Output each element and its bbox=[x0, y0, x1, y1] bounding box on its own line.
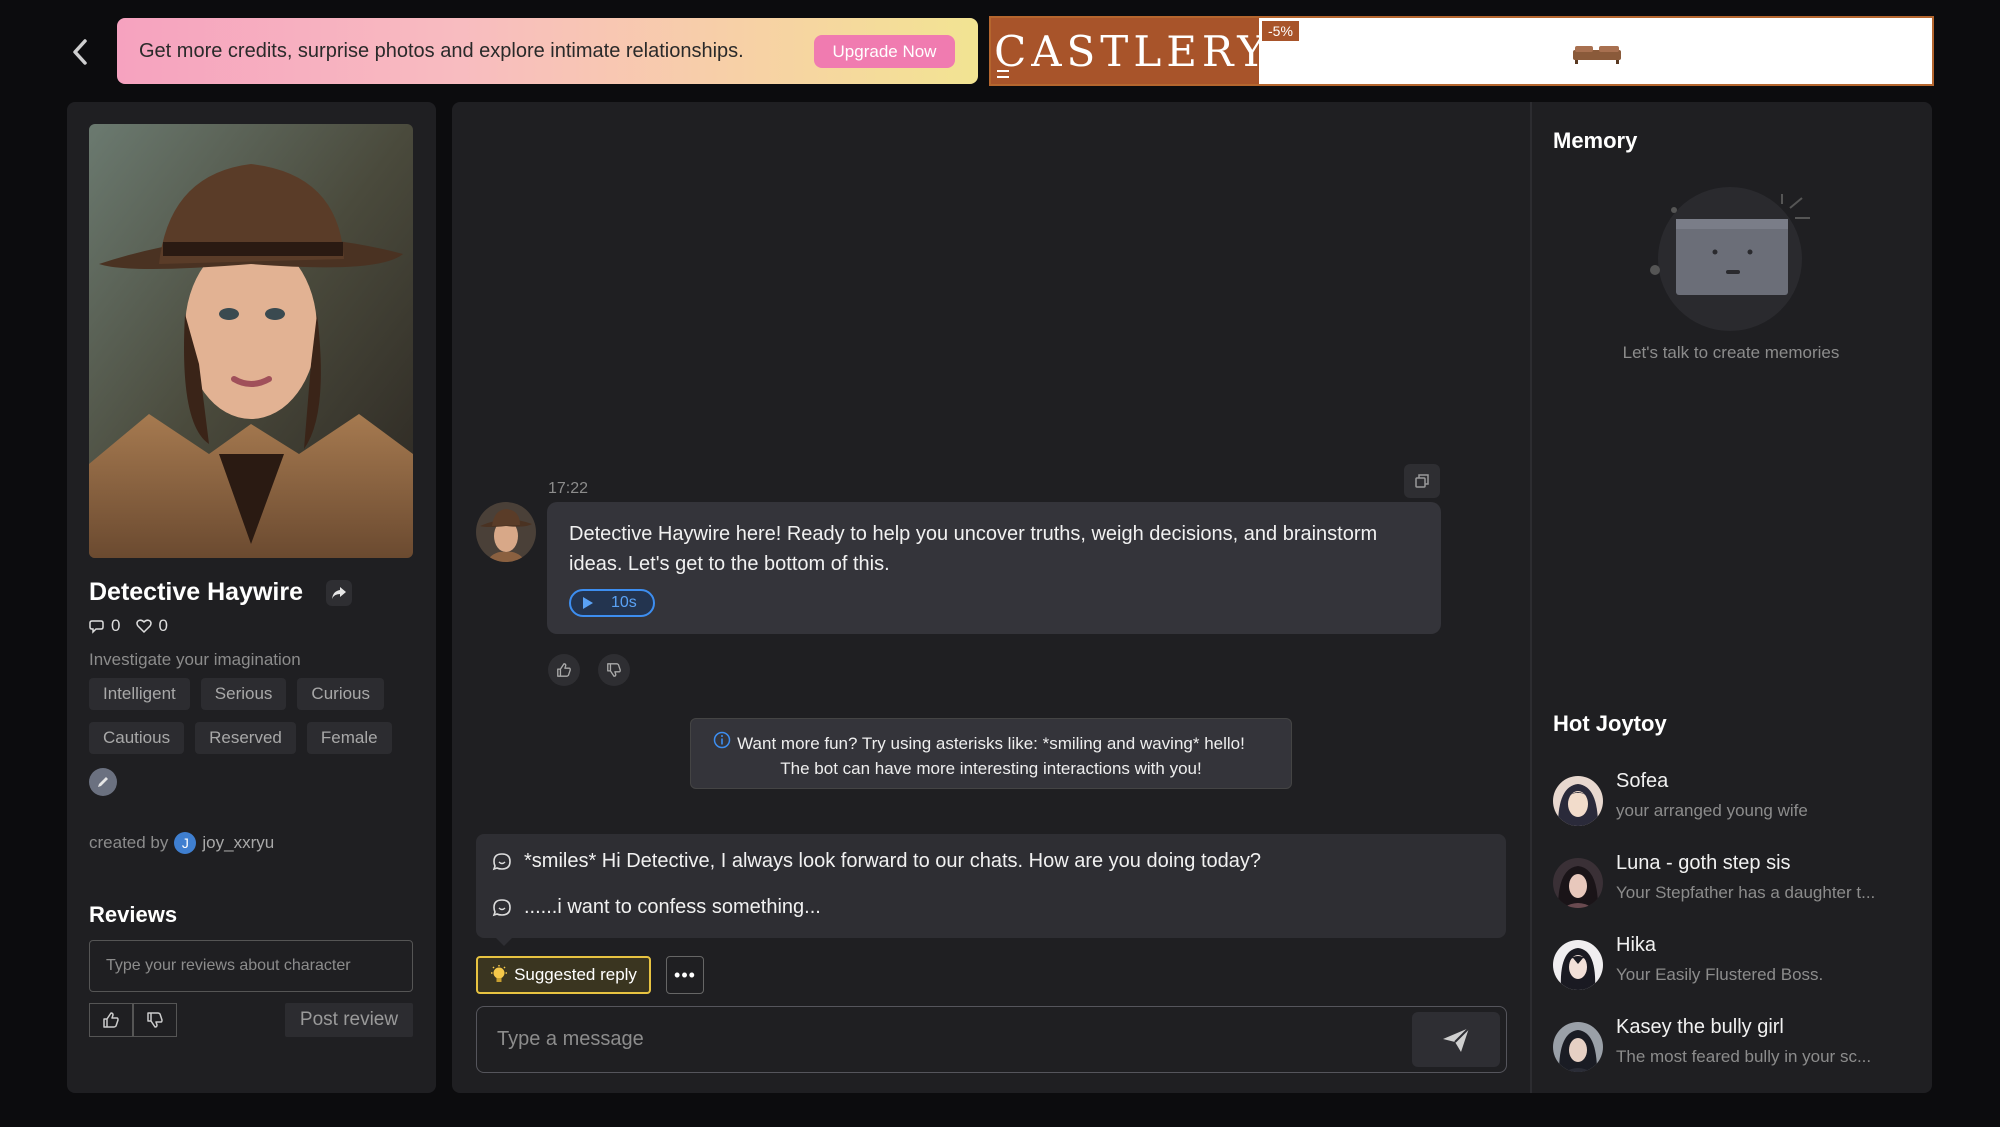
promo-text: Get more credits, surprise photos and ex… bbox=[139, 39, 744, 62]
character-stats: 0 0 bbox=[89, 616, 168, 636]
hot-character-item[interactable]: Luna - goth step sis Your Stepfather has… bbox=[1553, 852, 1913, 912]
chat-bubble-icon bbox=[492, 852, 511, 870]
ad-menu-icon bbox=[997, 70, 1009, 78]
suggested-reply-item[interactable]: ......i want to confess something... bbox=[492, 896, 821, 919]
message-like-button[interactable] bbox=[548, 654, 580, 686]
tag: Female bbox=[306, 722, 392, 754]
ad-brand-logo: CASTLERY bbox=[991, 18, 1265, 84]
upgrade-now-button[interactable]: Upgrade Now bbox=[814, 35, 955, 68]
lightbulb-icon bbox=[491, 965, 508, 982]
send-icon bbox=[1443, 1026, 1470, 1052]
character-panel: Detective Haywire 0 0 Investigate your i… bbox=[67, 102, 436, 1093]
hot-character-item[interactable]: Kasey the bully girl The most feared bul… bbox=[1553, 1016, 1913, 1076]
chat-bubble-icon bbox=[492, 898, 511, 916]
heart-icon bbox=[136, 619, 153, 634]
suggested-reply-item[interactable]: *smiles* Hi Detective, I always look for… bbox=[492, 850, 1261, 873]
play-icon bbox=[583, 597, 593, 609]
suggested-reply-button[interactable]: Suggested reply bbox=[476, 956, 651, 994]
thumbs-down-icon bbox=[147, 1012, 163, 1028]
back-button[interactable] bbox=[62, 32, 98, 72]
promo-banner: Get more credits, surprise photos and ex… bbox=[117, 18, 978, 84]
hot-character-avatar bbox=[1553, 940, 1603, 990]
audio-duration: 10s bbox=[611, 594, 637, 611]
panel-divider bbox=[1530, 102, 1532, 1093]
hot-character-avatar bbox=[1553, 776, 1603, 826]
character-tags: Intelligent Serious Curious Cautious Res… bbox=[89, 678, 419, 754]
asterisk-tip: Want more fun? Try using asterisks like:… bbox=[690, 718, 1292, 789]
tag: Reserved bbox=[195, 722, 296, 754]
hot-character-avatar bbox=[1553, 858, 1603, 908]
ad-banner[interactable]: CASTLERY -5% bbox=[989, 16, 1934, 86]
more-options-button[interactable]: ••• bbox=[666, 956, 704, 994]
tag: Curious bbox=[297, 678, 385, 710]
message-timestamp: 17:22 bbox=[548, 480, 589, 497]
hot-character-item[interactable]: Hika Your Easily Flustered Boss. bbox=[1553, 934, 1913, 994]
character-portrait bbox=[89, 124, 413, 558]
share-button[interactable] bbox=[326, 580, 352, 606]
sofa-icon bbox=[1573, 46, 1621, 64]
creator-name[interactable]: joy_xxryu bbox=[202, 833, 274, 853]
bot-message-text: Detective Haywire here! Ready to help yo… bbox=[569, 523, 1378, 575]
tag: Cautious bbox=[89, 722, 185, 754]
send-button[interactable] bbox=[1412, 1012, 1500, 1067]
bot-avatar[interactable] bbox=[476, 502, 536, 562]
created-by: created by J joy_xxryu bbox=[89, 832, 275, 854]
message-dislike-button[interactable] bbox=[598, 654, 630, 686]
tag: Serious bbox=[200, 678, 287, 710]
memory-empty-text: Let's talk to create memories bbox=[1622, 343, 1840, 362]
hot-joytoy-title: Hot Joytoy bbox=[1553, 711, 1667, 736]
info-icon bbox=[713, 731, 731, 749]
hot-character-item[interactable]: Sofea your arranged young wife bbox=[1553, 770, 1913, 830]
memory-title: Memory bbox=[1553, 128, 1638, 153]
character-name: Detective Haywire bbox=[89, 578, 304, 606]
hot-character-avatar bbox=[1553, 1022, 1603, 1072]
tip-line-1: Want more fun? Try using asterisks like:… bbox=[737, 734, 1245, 753]
review-input[interactable] bbox=[89, 940, 413, 992]
share-icon bbox=[332, 587, 346, 599]
suggested-replies: *smiles* Hi Detective, I always look for… bbox=[476, 834, 1506, 946]
chat-count: 0 bbox=[89, 616, 120, 636]
message-input[interactable] bbox=[497, 1007, 1377, 1072]
review-thumbs-down-button[interactable] bbox=[133, 1003, 177, 1037]
creator-avatar[interactable]: J bbox=[174, 832, 197, 854]
edit-tags-button[interactable] bbox=[89, 768, 117, 796]
copy-icon bbox=[1415, 474, 1429, 488]
pencil-icon bbox=[98, 777, 108, 787]
chat-bubble-icon bbox=[89, 620, 104, 634]
reviews-title: Reviews bbox=[89, 902, 178, 927]
chevron-left-icon bbox=[73, 39, 87, 65]
review-vote-group bbox=[89, 1003, 177, 1037]
ad-discount-badge: -5% bbox=[1262, 21, 1299, 41]
tag: Intelligent bbox=[89, 678, 190, 710]
post-review-button[interactable]: Post review bbox=[285, 1003, 413, 1037]
play-audio-button[interactable]: 10s bbox=[569, 589, 655, 617]
suggest-pointer bbox=[496, 938, 512, 946]
bot-message: Detective Haywire here! Ready to help yo… bbox=[547, 502, 1441, 634]
memory-empty-illustration bbox=[1640, 184, 1820, 339]
copy-button[interactable] bbox=[1404, 464, 1440, 498]
thumbs-up-icon bbox=[103, 1012, 119, 1028]
like-count: 0 bbox=[136, 616, 168, 636]
character-description: Investigate your imagination bbox=[89, 650, 301, 669]
thumbs-up-icon bbox=[557, 663, 571, 677]
tip-line-2: The bot can have more interesting intera… bbox=[780, 759, 1202, 778]
review-thumbs-up-button[interactable] bbox=[89, 1003, 133, 1037]
message-composer bbox=[476, 1006, 1507, 1073]
thumbs-down-icon bbox=[607, 663, 621, 677]
